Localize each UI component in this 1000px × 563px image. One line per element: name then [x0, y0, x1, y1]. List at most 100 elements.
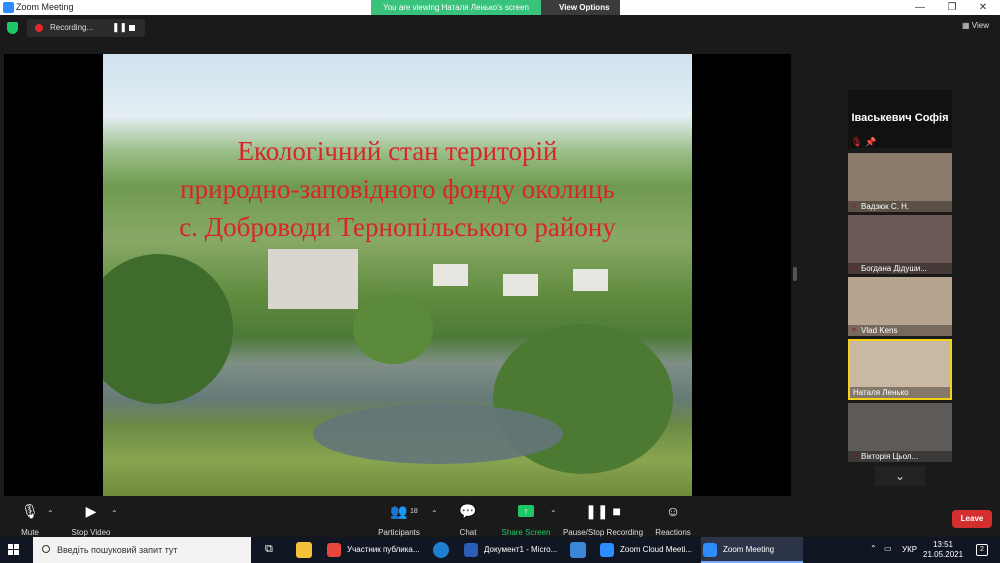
- share-screen-label: Share Screen: [501, 528, 551, 537]
- participants-button[interactable]: 👥 Participants: [374, 499, 424, 537]
- participant-tile[interactable]: ✕ Богдана Дідуши...: [848, 215, 952, 274]
- meeting-toolbar: 🎙 Mute ⌃ ▶ Stop Video ⌃ 👥 Participants 1…: [0, 499, 1000, 537]
- participant-name: Богдана Дідуши...: [848, 263, 952, 274]
- grid-icon: ▦: [962, 21, 972, 30]
- mail-icon[interactable]: [570, 542, 586, 558]
- taskbar-app-label: Документ1 - Micro...: [484, 545, 558, 554]
- leave-button[interactable]: Leave: [952, 510, 992, 528]
- slide-title-line: Екологічний стан територій: [237, 136, 558, 166]
- clock-date: 21.05.2021: [923, 550, 964, 559]
- participant-tile[interactable]: ✕ Вадзюк С. Н.: [848, 153, 952, 212]
- zoom-icon: [703, 543, 717, 557]
- scroll-down-button[interactable]: ⌄: [875, 466, 925, 486]
- recording-label: Recording...: [50, 23, 94, 32]
- chrome-icon: [327, 543, 341, 557]
- participant-tile[interactable]: ✕ Vlad Kens: [848, 277, 952, 336]
- taskbar-clock[interactable]: 13:51 21.05.2021: [923, 540, 963, 560]
- share-screen-button[interactable]: ↑ Share Screen: [500, 499, 552, 537]
- slide-photo-house: [573, 269, 608, 291]
- zoom-app-icon: [3, 2, 14, 13]
- tray-chevron-icon[interactable]: ⌃: [870, 544, 877, 553]
- network-icon[interactable]: ▭: [884, 544, 892, 553]
- reactions-label: Reactions: [655, 528, 691, 537]
- view-options-button[interactable]: View Options ⌄: [541, 0, 620, 27]
- viewing-banner: You are viewing Наталя Ленько's screen V…: [371, 0, 620, 27]
- taskbar-app-zoom-meeting[interactable]: Zoom Meeting: [701, 537, 803, 563]
- slide-photo-building: [268, 249, 358, 309]
- taskbar-app-word[interactable]: Документ1 - Micro...: [462, 537, 560, 563]
- video-camera-icon: ▶: [85, 503, 97, 519]
- window-title: Zoom Meeting: [16, 2, 74, 12]
- slide-title-line: природно-заповідного фонду околиць: [180, 174, 615, 204]
- search-icon: [42, 545, 50, 553]
- pause-recording-button[interactable]: ❚❚: [112, 22, 127, 33]
- view-options-label: View Options: [559, 3, 610, 12]
- speaker-status-icons: 🎙 📌: [851, 137, 876, 148]
- participant-tile[interactable]: ✕ Вікторія Цьол...: [848, 403, 952, 462]
- language-indicator[interactable]: УКР: [902, 545, 917, 554]
- file-explorer-icon[interactable]: [296, 542, 312, 558]
- participant-tile-active-speaker[interactable]: Наталя Ленько: [848, 339, 952, 400]
- taskbar-app-label: Участник публика...: [347, 545, 420, 554]
- taskbar-app-chrome[interactable]: Участник публика...: [325, 537, 429, 563]
- windows-start-icon[interactable]: [8, 544, 20, 556]
- edge-icon[interactable]: [433, 542, 449, 558]
- pause-stop-recording-button[interactable]: ❚❚ ■ Pause/Stop Recording: [561, 499, 645, 537]
- pause-stop-recording-label: Pause/Stop Recording: [562, 528, 644, 537]
- minimize-button[interactable]: —: [905, 0, 935, 15]
- audio-options-caret[interactable]: ⌃: [47, 509, 54, 518]
- stop-recording-button[interactable]: [129, 25, 135, 31]
- reactions-button[interactable]: ☺ Reactions: [652, 499, 694, 537]
- pin-icon: 📌: [864, 137, 877, 147]
- close-button[interactable]: ✕: [968, 0, 998, 15]
- slide-title: Екологічний стан територій природно-запо…: [103, 132, 692, 246]
- participant-name: Vlad Kens: [848, 325, 952, 336]
- slide-photo-house: [503, 274, 538, 296]
- view-button[interactable]: ▦ View: [962, 21, 989, 30]
- slide-photo-tree: [103, 254, 233, 404]
- smiley-plus-icon: ☺: [665, 503, 681, 519]
- chat-icon: 💬: [459, 503, 477, 519]
- slide-photo-house: [433, 264, 468, 286]
- meeting-top-strip: Recording... ❚❚ ▦ View: [0, 15, 1000, 41]
- stop-video-button[interactable]: ▶ Stop Video: [66, 499, 116, 537]
- participants-options-caret[interactable]: ⌃: [431, 509, 438, 518]
- participants-label: Participants: [378, 528, 420, 537]
- taskbar-app-label: Zoom Cloud Meeti...: [620, 545, 693, 554]
- taskbar-app-zoom-cloud[interactable]: Zoom Cloud Meeti...: [598, 537, 698, 563]
- share-screen-icon: ↑: [518, 505, 534, 517]
- chat-label: Chat: [459, 528, 477, 537]
- participant-name: Вікторія Цьол...: [848, 451, 952, 462]
- slide-title-line: с. Доброводи Тернопільського району: [179, 212, 616, 242]
- share-options-caret[interactable]: ⌃: [550, 509, 557, 518]
- viewing-banner-text: You are viewing Наталя Ленько's screen: [371, 0, 541, 15]
- mic-muted-icon: 🎙: [851, 137, 863, 147]
- microphone-icon: 🎙: [21, 503, 39, 519]
- taskbar-search-input[interactable]: Введіть пошуковий запит тут: [33, 537, 251, 563]
- recording-indicator: Recording... ❚❚: [27, 19, 145, 37]
- mute-label: Mute: [21, 528, 39, 537]
- chevron-down-icon: ⌄: [894, 469, 906, 483]
- record-dot-icon: [35, 24, 43, 32]
- slide-photo-tree: [353, 294, 433, 364]
- stop-video-label: Stop Video: [71, 528, 111, 537]
- participant-name: Наталя Ленько: [850, 387, 950, 398]
- task-view-icon[interactable]: ⧉: [265, 543, 273, 556]
- chat-button[interactable]: 💬 Chat: [452, 499, 484, 537]
- word-icon: [464, 543, 478, 557]
- pause-stop-icon: ❚❚ ■: [585, 503, 621, 519]
- windows-taskbar: Введіть пошуковий запит тут ⧉ Участник п…: [0, 537, 1000, 563]
- shield-icon[interactable]: [7, 22, 18, 34]
- notification-center-icon[interactable]: 2: [976, 544, 988, 556]
- participants-count: 18: [410, 508, 418, 515]
- taskbar-app-label: Zoom Meeting: [723, 545, 775, 554]
- mute-button[interactable]: 🎙 Mute: [12, 499, 48, 537]
- maximize-button[interactable]: ❐: [937, 0, 967, 15]
- view-label: View: [971, 21, 989, 30]
- zoom-icon: [600, 543, 614, 557]
- slide-photo-lake: [313, 404, 563, 464]
- participant-name: Вадзюк С. Н.: [848, 201, 952, 212]
- video-options-caret[interactable]: ⌃: [111, 509, 118, 518]
- shared-slide: Екологічний стан територій природно-запо…: [103, 54, 692, 496]
- panel-splitter-handle[interactable]: [793, 267, 797, 281]
